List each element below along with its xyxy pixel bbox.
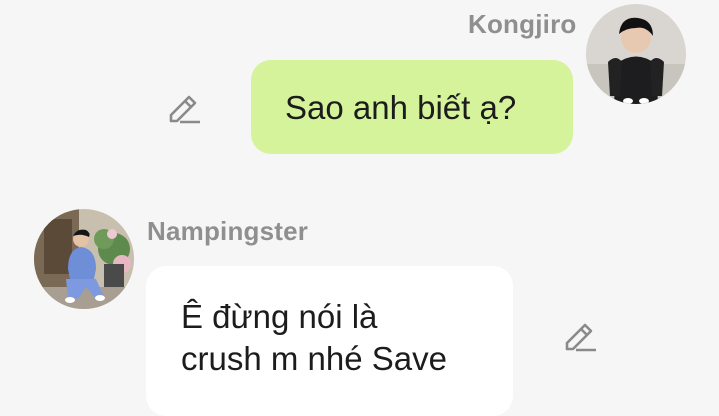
message-bubble[interactable]: Ê đừng nói là crush m nhé Save <box>146 266 513 416</box>
message-bubble[interactable]: Sao anh biết ạ? <box>251 60 573 154</box>
pencil-icon[interactable] <box>166 90 202 126</box>
avatar[interactable] <box>34 209 134 309</box>
sender-name: Kongjiro <box>468 9 577 39</box>
avatar-kongjiro-image <box>586 4 686 104</box>
message-text-line: Ê đừng nói là <box>181 298 378 335</box>
message-text-line: crush m nhé Save <box>181 340 447 377</box>
avatar[interactable] <box>586 4 686 104</box>
sender-name: Nampingster <box>147 216 309 246</box>
message-text: Sao anh biết ạ? <box>285 89 517 126</box>
avatar-nampingster-image <box>34 209 134 309</box>
pencil-icon[interactable] <box>562 318 598 354</box>
